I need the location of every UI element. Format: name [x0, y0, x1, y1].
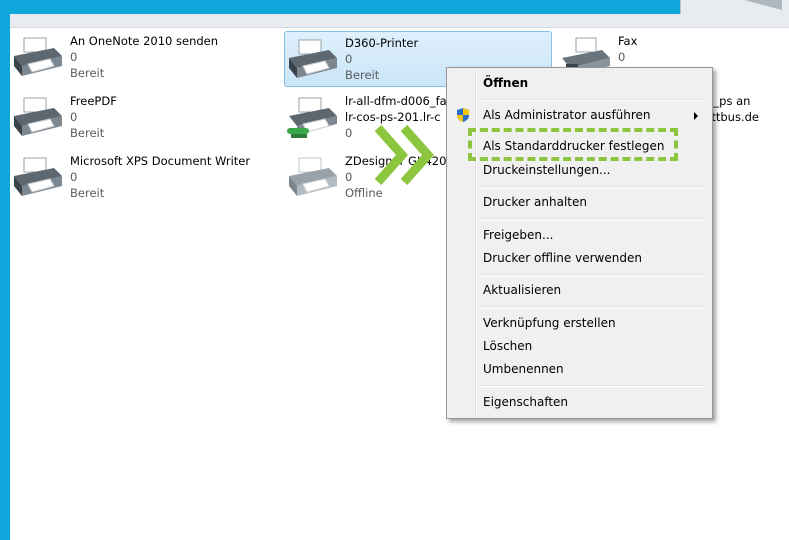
printer-icon	[14, 157, 62, 196]
printer-icon	[289, 39, 337, 78]
menu-separator	[479, 99, 706, 101]
window-header-strip	[10, 14, 789, 28]
menu-item-rename[interactable]: Umbenennen	[449, 358, 708, 380]
context-menu: Öffnen Als Administrator ausführen Als S…	[446, 67, 713, 419]
menu-separator	[479, 385, 706, 387]
menu-separator	[479, 186, 706, 188]
menu-item-label: Druckeinstellungen...	[483, 163, 611, 177]
menu-item-label: Löschen	[483, 339, 533, 353]
device-onenote[interactable]: An OneNote 2010 senden 0 Bereit	[10, 30, 270, 88]
menu-item-refresh[interactable]: Aktualisieren	[449, 279, 708, 301]
device-queue-count: 0	[70, 50, 78, 64]
menu-item-label: Umbenennen	[483, 362, 564, 376]
menu-item-label: Aktualisieren	[483, 283, 562, 297]
menu-item-label: Freigeben...	[483, 228, 554, 242]
menu-item-use-offline[interactable]: Drucker offline verwenden	[449, 247, 708, 269]
printer-icon	[14, 37, 62, 76]
top-bar	[0, 0, 789, 14]
menu-item-label: Öffnen	[483, 76, 529, 90]
device-xps-writer[interactable]: Microsoft XPS Document Writer 0 Bereit	[10, 150, 270, 208]
device-name: Fax	[618, 34, 638, 48]
menu-item-printing-preferences[interactable]: Druckeinstellungen...	[449, 159, 708, 181]
printer-icon	[14, 97, 62, 136]
device-status: Bereit	[70, 186, 105, 200]
menu-item-label: Als Administrator ausführen	[483, 108, 651, 122]
device-freepdf[interactable]: FreePDF 0 Bereit	[10, 90, 270, 148]
device-queue-count: 0	[345, 52, 353, 66]
device-queue-count: 0	[70, 170, 78, 184]
double-chevron-icon	[374, 125, 435, 185]
menu-separator	[479, 274, 706, 276]
menu-item-create-shortcut[interactable]: Verknüpfung erstellen	[449, 312, 708, 334]
submenu-arrow-icon	[694, 112, 698, 120]
uac-shield-icon	[457, 108, 469, 122]
device-name: An OneNote 2010 senden	[70, 34, 219, 48]
menu-separator	[479, 218, 706, 220]
printer-icon	[289, 157, 337, 196]
device-name: D360-Printer	[345, 36, 419, 50]
device-status: Bereit	[345, 68, 380, 82]
menu-item-label: Eigenschaften	[483, 395, 569, 409]
device-name: FreePDF	[70, 94, 117, 108]
device-queue-count: 0	[618, 50, 626, 64]
menu-item-pause-printer[interactable]: Drucker anhalten	[449, 191, 708, 213]
device-status: Bereit	[70, 66, 105, 80]
menu-item-label: Drucker offline verwenden	[483, 251, 642, 265]
device-queue-count: 0	[70, 110, 78, 124]
menu-item-properties[interactable]: Eigenschaften	[449, 391, 708, 413]
annotation-highlight-box	[468, 128, 678, 161]
menu-separator	[479, 306, 706, 308]
network-printer-icon	[287, 97, 337, 138]
menu-item-delete[interactable]: Löschen	[449, 335, 708, 357]
menu-item-open[interactable]: Öffnen	[449, 72, 708, 94]
device-name: lr-all-dfm-d006_fa	[345, 94, 447, 108]
device-name: Microsoft XPS Document Writer	[70, 154, 251, 168]
menu-item-share[interactable]: Freigeben...	[449, 224, 708, 246]
corner-tab	[680, 0, 789, 14]
menu-item-label: Verknüpfung erstellen	[483, 316, 616, 330]
device-status: Bereit	[70, 126, 105, 140]
menu-item-run-as-admin[interactable]: Als Administrator ausführen	[449, 104, 708, 126]
menu-item-label: Drucker anhalten	[483, 195, 587, 209]
